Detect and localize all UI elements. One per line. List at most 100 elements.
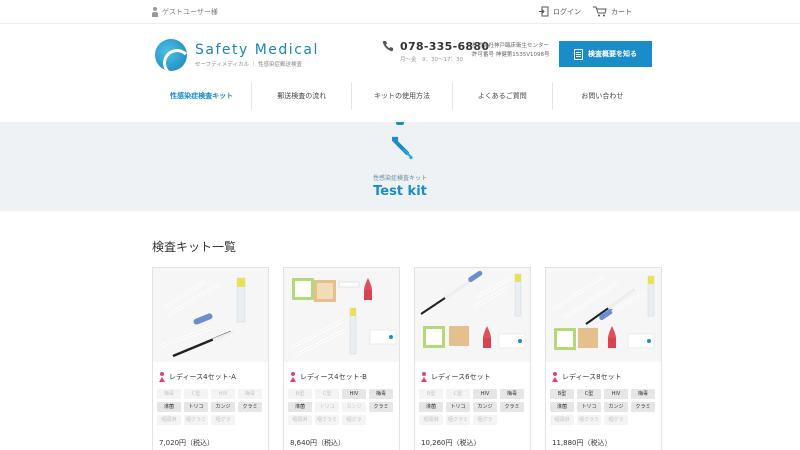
product-image xyxy=(546,268,661,362)
test-tag: C型 xyxy=(577,389,601,399)
test-tag: 咽頭淋 xyxy=(157,415,181,425)
test-tag: HIV xyxy=(473,389,497,399)
female-icon xyxy=(552,372,558,382)
test-tag: カンジ xyxy=(211,402,235,412)
document-icon xyxy=(574,48,583,60)
user-icon xyxy=(152,7,158,17)
brand-subtitle: セーフティメディカル ｜ 性感染症郵送検査 xyxy=(195,62,302,68)
product-image xyxy=(153,268,268,362)
test-tag: HIV xyxy=(342,389,366,399)
main-nav: 性感染症検査キット 郵送検査の流れ キットの使用方法 よくあるご質問 お問い合わ… xyxy=(152,82,652,110)
nav-item-usage[interactable]: キットの使用方法 xyxy=(351,82,451,110)
test-tag: B型 xyxy=(288,389,312,399)
product-card[interactable]: レディース8セット B型 C型 HIV 梅毒 淋菌 トリコ カンジ クラミ 咽頭… xyxy=(545,267,662,450)
test-tag: クラミ xyxy=(238,402,262,412)
company-info: 株式会社神戸臨床衛生センター 許可番号 神健第1535V1098号 xyxy=(472,42,550,60)
product-card[interactable]: レディース4セット-A 梅毒 C型 HIV 梅毒 淋菌 トリコ カンジ クラミ … xyxy=(152,267,269,450)
test-tag: クラミ xyxy=(631,402,655,412)
overview-button-label: 検査概要を知る xyxy=(588,50,637,58)
test-tags: B型 C型 HIV 梅毒 淋菌 トリコ カンジ クラミ 咽頭淋 咽クラミ 咽グラ xyxy=(288,389,396,425)
test-tag: 咽グラ xyxy=(211,415,235,425)
product-list: レディース4セット-A 梅毒 C型 HIV 梅毒 淋菌 トリコ カンジ クラミ … xyxy=(152,267,662,450)
product-price: 7,020円（税込） xyxy=(159,439,215,447)
hero-notch xyxy=(396,122,404,125)
nav-label: 性感染症検査キット xyxy=(170,92,234,100)
brand-name: Safety Medical xyxy=(195,42,319,58)
utility-bar: ゲストユーザー様 ログイン カート xyxy=(0,0,800,24)
cart-label: カート xyxy=(611,7,632,16)
test-tag: 梅毒 xyxy=(369,389,393,399)
test-tag: 梅毒 xyxy=(157,389,181,399)
test-tag: クラミ xyxy=(500,402,524,412)
test-tag: 咽クラミ xyxy=(184,415,208,425)
login-label: ログイン xyxy=(553,7,581,16)
test-tag: トリコ xyxy=(315,402,339,412)
female-icon xyxy=(421,372,427,382)
nav-item-faq[interactable]: よくあるご質問 xyxy=(451,82,552,110)
page-hero: 性感染症検査キット Test kit xyxy=(0,122,800,211)
product-image xyxy=(415,268,530,362)
login-link[interactable]: ログイン xyxy=(539,6,581,17)
test-tag: トリコ xyxy=(184,402,208,412)
test-tag: 咽頭淋 xyxy=(288,415,312,425)
product-card[interactable]: レディース4セット-B B型 C型 HIV 梅毒 淋菌 トリコ カンジ クラミ … xyxy=(283,267,400,450)
nav-label: お問い合わせ xyxy=(581,92,624,100)
nav-item-contact[interactable]: お問い合わせ xyxy=(551,82,652,110)
test-tag: 梅毒 xyxy=(500,389,524,399)
nav-label: 郵送検査の流れ xyxy=(277,92,327,100)
test-tag: 咽グラ xyxy=(604,415,628,425)
test-tag: 咽クラミ xyxy=(446,415,470,425)
test-tag: 咽クラミ xyxy=(315,415,339,425)
test-tag: B型 xyxy=(419,389,443,399)
test-tag: 咽グラ xyxy=(473,415,497,425)
product-name-text: レディース4セット-A xyxy=(169,373,236,381)
test-tag: 梅毒 xyxy=(238,389,262,399)
cart-link[interactable]: カート xyxy=(593,6,632,17)
test-tag: 咽頭淋 xyxy=(550,415,574,425)
test-tag: クラミ xyxy=(369,402,393,412)
female-icon xyxy=(290,372,296,382)
guest-user: ゲストユーザー様 xyxy=(152,7,218,17)
test-tag: 咽グラ xyxy=(342,415,366,425)
test-tag: 淋菌 xyxy=(157,402,181,412)
dropper-icon xyxy=(392,136,413,160)
test-tag: 淋菌 xyxy=(419,402,443,412)
test-tags: 梅毒 C型 HIV 梅毒 淋菌 トリコ カンジ クラミ 咽頭淋 咽クラミ 咽グラ xyxy=(157,389,265,425)
nav-label: キットの使用方法 xyxy=(374,92,430,100)
test-tag: 淋菌 xyxy=(550,402,574,412)
site-header: Safety Medical セーフティメディカル ｜ 性感染症郵送検査 078… xyxy=(0,24,800,80)
company-name: 株式会社神戸臨床衛生センター xyxy=(472,43,550,49)
overview-button[interactable]: 検査概要を知る xyxy=(559,41,652,67)
test-tag: 咽頭淋 xyxy=(419,415,443,425)
test-tag: HIV xyxy=(604,389,628,399)
product-name: レディース4セット-A xyxy=(159,372,236,382)
nav-item-test-kits[interactable]: 性感染症検査キット xyxy=(152,82,251,110)
test-tag: HIV xyxy=(211,389,235,399)
test-tag: C型 xyxy=(446,389,470,399)
test-tag: カンジ xyxy=(473,402,497,412)
login-icon xyxy=(539,6,549,17)
nav-item-flow[interactable]: 郵送検査の流れ xyxy=(251,82,351,110)
test-tag: トリコ xyxy=(577,402,601,412)
product-image xyxy=(284,268,399,362)
test-tag: C型 xyxy=(315,389,339,399)
logo-mark-icon xyxy=(155,39,187,71)
test-tag: 咽クラミ xyxy=(577,415,601,425)
product-name-text: レディース4セット-B xyxy=(300,373,367,381)
guest-label: ゲストユーザー様 xyxy=(162,8,218,16)
product-name-text: レディース6セット xyxy=(431,373,491,381)
product-name-text: レディース8セット xyxy=(562,373,622,381)
product-name: レディース4セット-B xyxy=(290,372,367,382)
product-price: 10,260円（税込） xyxy=(421,439,481,447)
test-tag: C型 xyxy=(184,389,208,399)
product-name: レディース6セット xyxy=(421,372,491,382)
page-title: Test kit xyxy=(373,184,427,199)
product-price: 8,640円（税込） xyxy=(290,439,346,447)
test-tag: トリコ xyxy=(446,402,470,412)
site-logo[interactable]: Safety Medical セーフティメディカル ｜ 性感染症郵送検査 xyxy=(155,39,319,71)
test-tag: 梅毒 xyxy=(631,389,655,399)
product-card[interactable]: レディース6セット B型 C型 HIV 梅毒 淋菌 トリコ カンジ クラミ 咽頭… xyxy=(414,267,531,450)
test-tag: カンジ xyxy=(604,402,628,412)
product-name: レディース8セット xyxy=(552,372,622,382)
account-links: ログイン カート xyxy=(539,6,632,17)
